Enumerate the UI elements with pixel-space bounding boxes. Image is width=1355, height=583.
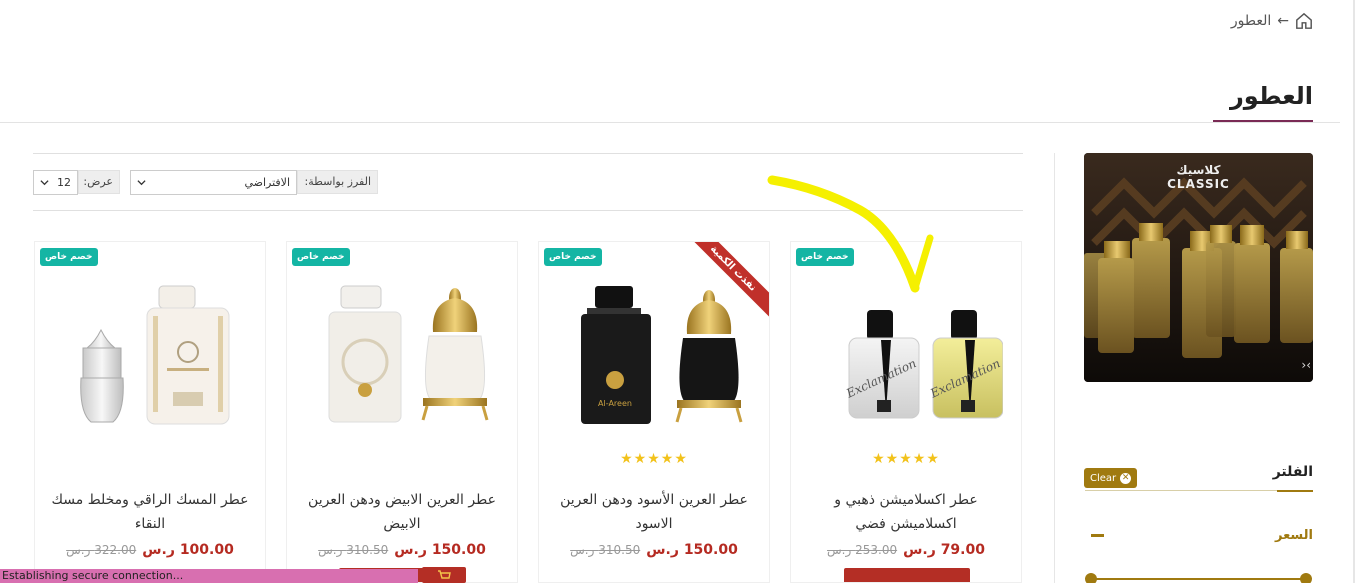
price-original: 253.00 ر.س xyxy=(827,543,898,557)
page-title: العطور xyxy=(1229,82,1313,110)
product-card[interactable]: خصم خاص عطر المسك الراقي ومخلط مسك النقا… xyxy=(34,241,266,583)
price-current: 150.00 ر.س xyxy=(394,542,486,558)
cart-icon xyxy=(438,570,451,579)
add-to-cart-button[interactable] xyxy=(844,568,970,582)
chevron-down-icon xyxy=(40,180,49,186)
rating-stars: ★★★★★ xyxy=(620,451,688,467)
product-card[interactable]: خصم خاص نفذت الكمية Al-Areen ★★★★★ عطر ا… xyxy=(538,241,770,583)
cart-icon-button[interactable] xyxy=(422,567,466,583)
sort-select[interactable]: الافتراضي xyxy=(130,170,297,195)
svg-text:Al-Areen: Al-Areen xyxy=(598,399,632,408)
clear-label: Clear xyxy=(1090,472,1117,484)
browser-status-bar: Establishing secure connection... xyxy=(0,569,418,583)
breadcrumb-arrow: ← xyxy=(1277,13,1289,29)
price-row: 79.00 ر.س 253.00 ر.س xyxy=(791,542,1021,558)
classic-banner[interactable]: كلاسيك CLASSIC ›‹ xyxy=(1084,153,1313,382)
product-name[interactable]: عطر العرين الأسود ودهن العرين الاسود xyxy=(547,488,761,536)
price-current: 100.00 ر.س xyxy=(142,542,234,558)
sort-select-value: الافتراضي xyxy=(244,176,290,189)
toolbar-bottom-line xyxy=(33,210,1023,211)
price-current: 79.00 ر.س xyxy=(903,542,985,558)
filter-title: الفلتر xyxy=(1272,464,1313,480)
discount-badge: خصم خاص xyxy=(292,248,350,266)
home-icon[interactable] xyxy=(1295,12,1313,30)
sidebar-divider xyxy=(1054,153,1055,583)
breadcrumb: ← العطور xyxy=(1231,12,1313,30)
price-current: 150.00 ر.س xyxy=(646,542,738,558)
product-image[interactable] xyxy=(55,282,247,442)
show-label: عرض: xyxy=(78,170,120,194)
chevron-down-icon xyxy=(137,180,146,186)
banner-text-en: CLASSIC xyxy=(1167,177,1230,191)
collapse-minus-icon[interactable] xyxy=(1091,534,1104,537)
product-card[interactable]: خصم خاص Exclamation Exclamation ★★★★★ عط… xyxy=(790,241,1022,583)
show-select-value: 12 xyxy=(57,176,71,189)
price-slider-max-handle[interactable] xyxy=(1300,573,1312,583)
price-filter-label[interactable]: السعر xyxy=(1275,528,1313,543)
sort-label: الفرز بواسطة: xyxy=(297,170,378,194)
filter-underline xyxy=(1085,490,1313,492)
product-name[interactable]: عطر المسك الراقي ومخلط مسك النقاء xyxy=(43,488,257,536)
rating-stars: ★★★★★ xyxy=(872,451,940,467)
price-slider-min-handle[interactable] xyxy=(1085,573,1097,583)
product-image[interactable]: Al-Areen xyxy=(559,282,751,442)
banner-text-ar: كلاسيك xyxy=(1176,163,1221,177)
banner-arrows-icon[interactable]: ›‹ xyxy=(1301,358,1311,372)
price-row: 100.00 ر.س 322.00 ر.س xyxy=(35,542,265,558)
product-image[interactable] xyxy=(307,282,499,442)
header-divider xyxy=(0,122,1340,123)
show-select[interactable]: 12 xyxy=(33,170,78,195)
discount-badge: خصم خاص xyxy=(796,248,854,266)
page: ← العطور العطور الفرز بواسطة: الافتراضي … xyxy=(0,0,1355,583)
price-original: 310.50 ر.س xyxy=(318,543,389,557)
close-icon: ✕ xyxy=(1120,472,1132,484)
discount-badge: خصم خاص xyxy=(40,248,98,266)
product-name[interactable]: عطر العرين الابيض ودهن العرين الابيض xyxy=(295,488,509,536)
price-row: 150.00 ر.س 310.50 ر.س xyxy=(539,542,769,558)
product-card[interactable]: خصم خاص عطر العرين الابيض ودهن العرين ال… xyxy=(286,241,518,583)
discount-badge: خصم خاص xyxy=(544,248,602,266)
product-image[interactable]: Exclamation Exclamation xyxy=(811,282,1003,442)
price-original: 322.00 ر.س xyxy=(66,543,137,557)
clear-filter-button[interactable]: Clear ✕ xyxy=(1084,468,1138,488)
price-row: 150.00 ر.س 310.50 ر.س xyxy=(287,542,517,558)
breadcrumb-current[interactable]: العطور xyxy=(1231,13,1271,29)
product-name[interactable]: عطر اكسلاميشن ذهبي و اكسلاميشن فضي xyxy=(799,488,1013,536)
toolbar-top-line xyxy=(33,153,1023,154)
price-slider-track[interactable] xyxy=(1091,578,1306,580)
price-original: 310.50 ر.س xyxy=(570,543,641,557)
banner-text: كلاسيك CLASSIC xyxy=(1084,163,1313,191)
